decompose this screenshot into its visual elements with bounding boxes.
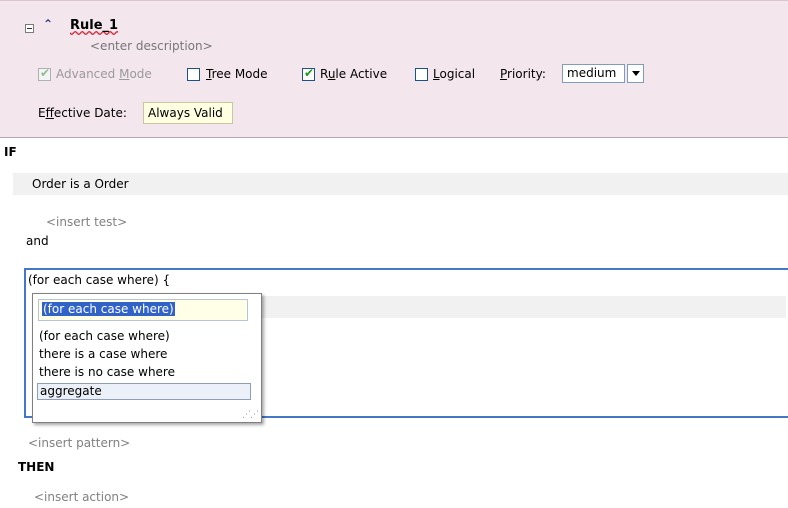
priority-dropdown-button[interactable] <box>627 64 644 83</box>
fact-text[interactable]: Order is a Order <box>32 177 129 191</box>
and-connector[interactable]: and <box>26 234 49 248</box>
resize-grip-icon[interactable]: ⋰⋰ <box>242 410 259 420</box>
rule-active-checkbox[interactable] <box>302 66 315 81</box>
insert-action[interactable]: <insert action> <box>34 490 129 504</box>
tree-mode-checkbox[interactable] <box>187 68 200 81</box>
if-label: IF <box>4 145 17 159</box>
dropdown-item[interactable]: (for each case where) <box>39 329 170 343</box>
rule-active-label[interactable]: Rule Active <box>320 67 387 81</box>
collapse-icon[interactable] <box>25 24 34 33</box>
effective-date-value[interactable]: Always Valid <box>143 102 233 124</box>
case-inner-row <box>262 296 786 318</box>
logical-checkbox[interactable] <box>415 68 428 81</box>
insert-test[interactable]: <insert test> <box>46 215 127 229</box>
case-type-dropdown[interactable]: (for each case where) (for each case whe… <box>32 293 262 423</box>
rule-name[interactable]: Rule_1 <box>70 18 118 33</box>
insert-pattern[interactable]: <insert pattern> <box>28 436 130 450</box>
dropdown-item[interactable]: there is no case where <box>39 365 175 379</box>
logical-label[interactable]: Logical <box>433 67 475 81</box>
priority-select[interactable]: medium <box>562 64 625 83</box>
then-label: THEN <box>18 460 55 474</box>
case-type-field[interactable]: (for each case where) <box>38 299 248 321</box>
priority-label: Priority: <box>500 67 546 81</box>
case-header[interactable]: (for each case where) { <box>28 273 170 287</box>
advanced-mode-label: Advanced Mode <box>56 67 152 81</box>
chevron-up-icon[interactable]: ⌃ <box>43 17 53 31</box>
rule-description[interactable]: <enter description> <box>90 39 213 53</box>
tree-mode-label[interactable]: Tree Mode <box>206 67 268 81</box>
dropdown-item-selected[interactable]: aggregate <box>37 383 251 400</box>
effective-date-label: Effective Date: <box>38 106 127 120</box>
dropdown-item[interactable]: there is a case where <box>39 347 167 361</box>
advanced-mode-checkbox <box>38 66 51 81</box>
fact-row[interactable] <box>13 173 788 195</box>
